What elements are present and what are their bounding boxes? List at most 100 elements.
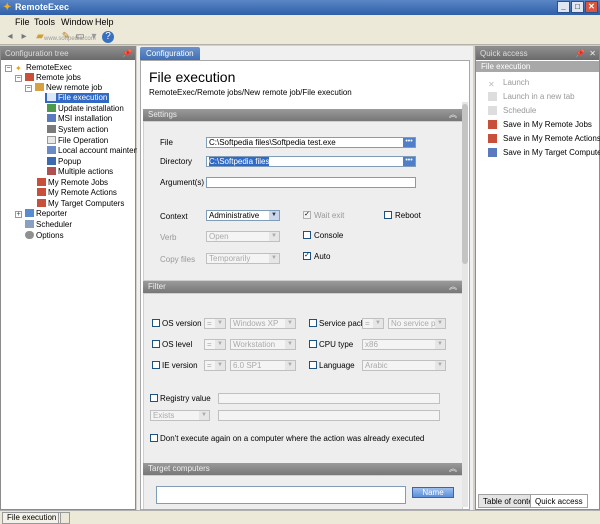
ie-version-select[interactable]: 6.0 SP1 ▼	[230, 360, 296, 371]
tree-node-my-remote-actions[interactable]: My Remote Actions	[37, 188, 117, 198]
target-computers-list[interactable]	[156, 486, 406, 504]
verb-select[interactable]: Open ▼	[206, 231, 280, 242]
close-button[interactable]: ✕	[585, 1, 598, 13]
back-icon[interactable]: ◂	[4, 31, 16, 43]
tree-node-file-execution[interactable]: File execution	[45, 93, 110, 103]
save-remote-actions-action[interactable]: Save in My Remote Actions	[488, 133, 600, 145]
tree-node-my-target-computers[interactable]: My Target Computers	[37, 199, 124, 209]
forward-icon[interactable]: ▸	[18, 31, 30, 43]
tab-quick-access[interactable]: Quick access	[530, 494, 588, 508]
tree-node-local-account[interactable]: Local account maintena...	[47, 146, 149, 156]
registry-value-field[interactable]	[218, 393, 440, 404]
tree-node-msi-installation[interactable]: MSI installation	[47, 114, 112, 124]
tree-node-multiple-actions[interactable]: Multiple actions	[47, 167, 113, 177]
maximize-button[interactable]: □	[571, 1, 584, 13]
tree-node-options[interactable]: Options	[25, 231, 64, 241]
ie-version-checkbox[interactable]	[152, 361, 160, 369]
edit-icon[interactable]: ✎	[60, 31, 72, 43]
status-panel	[58, 512, 70, 524]
tree-node-remote-jobs[interactable]: Remote jobs	[25, 73, 81, 83]
collapse-arrow-icon[interactable]: ︽	[449, 463, 457, 475]
os-level-select[interactable]: Workstation ▼	[230, 339, 296, 350]
reboot-checkbox[interactable]	[384, 211, 392, 219]
chevron-down-icon: ▼	[285, 319, 295, 328]
os-level-checkbox[interactable]	[152, 340, 160, 348]
dropdown-icon[interactable]: ▾	[88, 31, 100, 43]
save-target-computers-action[interactable]: Save in My Target Computers	[488, 147, 600, 159]
os-version-checkbox[interactable]	[152, 319, 160, 327]
expand-icon[interactable]: +	[15, 211, 22, 218]
close-pane-icon[interactable]: ✕	[589, 47, 596, 60]
collapse-icon[interactable]: −	[25, 85, 32, 92]
menu-window[interactable]: Window	[61, 17, 93, 27]
save-remote-jobs-action[interactable]: Save in My Remote Jobs	[488, 119, 592, 131]
tab-configuration[interactable]: Configuration	[140, 47, 200, 61]
tree-node-system-action[interactable]: System action	[47, 125, 108, 135]
auto-label: Auto	[314, 252, 331, 261]
os-version-operator[interactable]: = ▼	[204, 318, 226, 329]
tree-node-reporter[interactable]: Reporter	[25, 209, 67, 219]
context-label: Context	[160, 212, 188, 221]
help-icon[interactable]: ?	[102, 31, 114, 43]
language-checkbox[interactable]	[309, 361, 317, 369]
menu-help[interactable]: Help	[95, 17, 114, 27]
cpu-type-select[interactable]: x86 ▼	[362, 339, 446, 350]
service-pack-operator[interactable]: = ▼	[362, 318, 384, 329]
file-field[interactable]: C:\Softpedia files\Softpedia test.exe ••…	[206, 137, 416, 148]
filter-header[interactable]: Filter ︽	[143, 281, 463, 293]
directory-field[interactable]: C:\Softpedia files •••	[206, 156, 416, 167]
console-checkbox[interactable]	[303, 231, 311, 239]
tree-node-update-installation[interactable]: Update installation	[47, 104, 124, 114]
collapse-arrow-icon[interactable]: ︽	[449, 281, 457, 293]
copy-files-select[interactable]: Temporarily ▼	[206, 253, 280, 264]
schedule-action[interactable]: Schedule	[488, 105, 536, 117]
tree-node-my-remote-jobs[interactable]: My Remote Jobs	[37, 178, 108, 188]
registry-data-field[interactable]	[218, 410, 440, 421]
my-remote-jobs-icon	[37, 178, 46, 186]
collapse-icon[interactable]: −	[5, 65, 12, 72]
pin-icon[interactable]: 📌	[122, 47, 132, 60]
quick-access-pane: Quick access 📌 ✕ File execution ✕ Launch …	[475, 46, 600, 510]
scheduler-icon	[25, 220, 34, 228]
launch-new-tab-action[interactable]: Launch in a new tab	[488, 91, 575, 103]
dont-execute-again-checkbox[interactable]	[150, 434, 158, 442]
system-action-icon	[47, 125, 56, 133]
os-level-operator[interactable]: = ▼	[204, 339, 226, 350]
pin-icon[interactable]: 📌	[575, 47, 585, 60]
scrollbar-thumb[interactable]	[462, 104, 468, 264]
name-button[interactable]: Name	[412, 487, 454, 498]
tree-node-new-remote-job[interactable]: New remote job	[35, 83, 102, 93]
language-label: Language	[319, 361, 355, 370]
menu-file[interactable]: File	[15, 17, 30, 27]
os-version-select[interactable]: Windows XP ▼	[230, 318, 296, 329]
tree-node-file-operation[interactable]: File Operation	[47, 136, 108, 146]
tree-node-scheduler[interactable]: Scheduler	[25, 220, 72, 230]
collapse-arrow-icon[interactable]: ︽	[449, 109, 457, 121]
ie-version-operator[interactable]: = ▼	[204, 360, 226, 371]
menu-tools[interactable]: Tools	[34, 17, 55, 27]
language-select[interactable]: Arabic ▼	[362, 360, 446, 371]
multiple-actions-icon	[47, 167, 56, 175]
wait-exit-checkbox[interactable]: ✓	[303, 211, 311, 219]
registry-operator-select[interactable]: Exists ▼	[150, 410, 210, 421]
launch-action[interactable]: ✕ Launch	[488, 77, 529, 89]
minimize-button[interactable]: _	[557, 1, 570, 13]
window-icon[interactable]: ▭	[74, 31, 86, 43]
cpu-type-checkbox[interactable]	[309, 340, 317, 348]
context-select[interactable]: Administrative ▼	[206, 210, 280, 221]
browse-directory-button[interactable]: •••	[403, 157, 415, 166]
settings-header[interactable]: Settings ︽	[143, 109, 463, 121]
service-pack-select[interactable]: No service p... ▼	[388, 318, 446, 329]
collapse-icon[interactable]: −	[15, 75, 22, 82]
tree-node-remoteexec[interactable]: ✦ RemoteExec	[15, 63, 72, 73]
chevron-down-icon: ▼	[373, 319, 383, 328]
arguments-field[interactable]	[206, 177, 416, 188]
target-computers-header[interactable]: Target computers ︽	[143, 463, 463, 475]
service-pack-checkbox[interactable]	[309, 319, 317, 327]
tree-node-popup[interactable]: Popup	[47, 157, 81, 167]
registry-value-checkbox[interactable]	[150, 394, 158, 402]
status-text[interactable]: File execution	[2, 512, 62, 524]
save-actions-icon	[488, 134, 497, 143]
auto-checkbox[interactable]: ✓	[303, 252, 311, 260]
browse-file-button[interactable]: •••	[403, 138, 415, 147]
